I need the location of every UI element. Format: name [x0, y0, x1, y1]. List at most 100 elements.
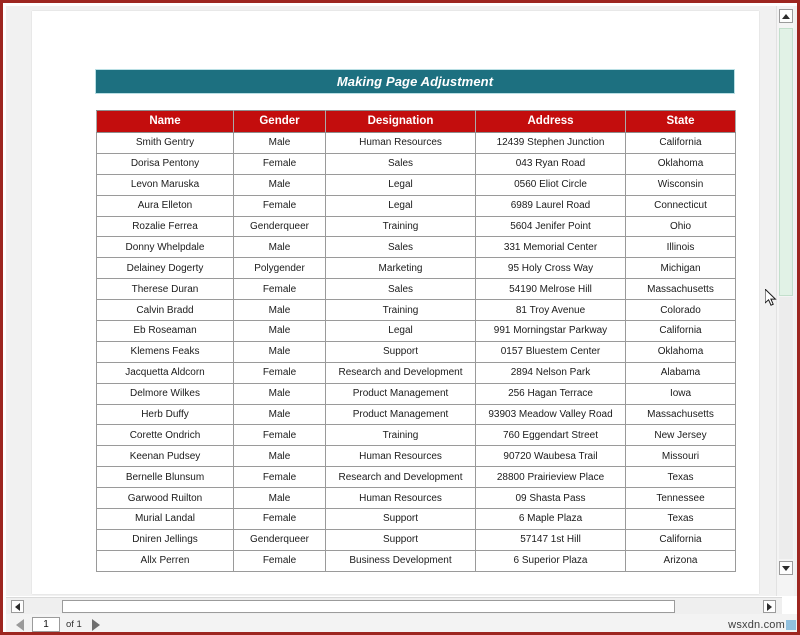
table-row: Bernelle Blunsum Female Research and Devel… — [96, 466, 736, 489]
watermark-text: wsxdn.com — [728, 619, 785, 631]
column-header-address: Address — [475, 110, 626, 133]
cell-gender: Female — [233, 278, 326, 301]
table-row: Murial Landal Female Support 6 Maple Plaza T… — [96, 508, 736, 530]
cell-designation: Product Management — [325, 382, 476, 405]
cell-designation: Marketing — [325, 257, 476, 280]
table-row: Dniren Jellings Genderqueer Support 57147 1… — [96, 528, 736, 551]
column-header-designation: Designation — [325, 110, 476, 133]
cell-designation: Support — [325, 340, 476, 363]
cell-address: 09 Shasta Pass — [475, 487, 626, 510]
cell-name: Rozalie Ferrea — [96, 215, 234, 238]
cell-state: Massachusetts — [625, 278, 736, 301]
previous-page-button[interactable] — [12, 617, 28, 633]
cell-address: 57147 1st Hill — [475, 528, 626, 551]
watermark-badge-icon — [786, 620, 796, 630]
cell-address: 760 Eggendart Street — [475, 424, 626, 447]
cell-address: 256 Hagan Terrace — [475, 382, 626, 405]
horizontal-scrollbar-thumb[interactable] — [62, 600, 675, 613]
cell-name: Donny Whelpdale — [96, 236, 234, 259]
cell-name: Dniren Jellings — [96, 528, 234, 551]
cell-name: Therese Duran — [96, 278, 234, 301]
cell-address: 2894 Nelson Park — [475, 361, 626, 384]
column-header-gender: Gender — [233, 110, 326, 133]
table-row: Levon Maruska Male Legal 0560 Eliot Circle W… — [96, 173, 736, 196]
cell-designation: Human Resources — [325, 445, 476, 468]
cell-state: California — [625, 528, 736, 551]
table-row: Calvin Bradd Male Training 81 Troy Avenue Co… — [96, 299, 736, 322]
cell-name: Herb Duffy — [96, 403, 234, 426]
cell-name: Levon Maruska — [96, 173, 234, 196]
cell-state: Oklahoma — [625, 152, 736, 175]
table-row: Donny Whelpdale Male Sales 331 Memorial Cen… — [96, 236, 736, 259]
cell-name: Delainey Dogerty — [96, 257, 234, 280]
cell-name: Eb Roseaman — [96, 320, 234, 342]
cell-address: 0560 Eliot Circle — [475, 173, 626, 196]
cell-address: 81 Troy Avenue — [475, 299, 626, 322]
cell-state: New Jersey — [625, 424, 736, 447]
page-total-label: of 1 — [66, 619, 82, 630]
cell-gender: Male — [233, 173, 326, 196]
table-header-row: Name Gender Designation Address State — [96, 110, 736, 133]
table-row: Rozalie Ferrea Genderqueer Training 5604 Je… — [96, 215, 736, 238]
cell-name: Dorisa Pentony — [96, 152, 234, 175]
paper-sheet: Making Page Adjustment Name Gender Desig… — [32, 11, 759, 594]
cell-address: 6 Maple Plaza — [475, 508, 626, 530]
cell-name: Aura Elleton — [96, 194, 234, 217]
cell-name: Delmore Wilkes — [96, 382, 234, 405]
cell-gender: Male — [233, 320, 326, 342]
cell-address: 331 Memorial Center — [475, 236, 626, 259]
cell-gender: Male — [233, 445, 326, 468]
cell-gender: Female — [233, 194, 326, 217]
cell-name: Klemens Feaks — [96, 340, 234, 363]
scroll-left-arrow-icon — [15, 602, 20, 611]
cell-designation: Support — [325, 528, 476, 551]
cell-gender: Male — [233, 299, 326, 322]
cell-gender: Female — [233, 424, 326, 447]
vertical-scrollbar-thumb[interactable] — [779, 28, 793, 296]
cell-address: 95 Holy Cross Way — [475, 257, 626, 280]
cell-address: 0157 Bluestem Center — [475, 340, 626, 363]
cell-state: Connecticut — [625, 194, 736, 217]
cell-state: Colorado — [625, 299, 736, 322]
table-row: Delmore Wilkes Male Product Management 256 … — [96, 382, 736, 405]
cell-state: Michigan — [625, 257, 736, 280]
horizontal-scrollbar[interactable] — [6, 597, 782, 614]
document-title: Making Page Adjustment — [336, 74, 494, 89]
cell-designation: Human Resources — [325, 132, 476, 154]
cell-gender: Genderqueer — [233, 528, 326, 551]
scroll-up-button[interactable] — [779, 9, 793, 23]
cell-address: 93903 Meadow Valley Road — [475, 403, 626, 426]
cell-gender: Female — [233, 361, 326, 384]
data-table-container: Name Gender Designation Address State Sm… — [96, 110, 736, 572]
page-navigation-bar: 1 of 1 — [6, 614, 797, 633]
cell-name: Jacquetta Aldcorn — [96, 361, 234, 384]
cell-state: Illinois — [625, 236, 736, 259]
cell-name: Smith Gentry — [96, 132, 234, 154]
cell-address: 28800 Prairieview Place — [475, 466, 626, 489]
next-page-button[interactable] — [88, 617, 104, 633]
cell-name: Allx Perren — [96, 549, 234, 572]
cell-address: 991 Morningstar Parkway — [475, 320, 626, 342]
cell-gender: Male — [233, 382, 326, 405]
cell-gender: Female — [233, 466, 326, 489]
table-row: Corette Ondrich Female Training 760 Eggenda… — [96, 424, 736, 447]
page-number-input[interactable]: 1 — [32, 617, 60, 632]
table-row: Dorisa Pentony Female Sales 043 Ryan Road Ok… — [96, 152, 736, 175]
cell-gender: Male — [233, 132, 326, 154]
cell-designation: Support — [325, 508, 476, 530]
table-row: Allx Perren Female Business Development 6 S… — [96, 549, 736, 572]
cell-state: Iowa — [625, 382, 736, 405]
cell-designation: Training — [325, 424, 476, 447]
table-row: Jacquetta Aldcorn Female Research and Deve… — [96, 361, 736, 384]
scroll-left-button[interactable] — [11, 600, 24, 613]
cell-gender: Male — [233, 340, 326, 363]
scroll-down-button[interactable] — [779, 561, 793, 575]
cell-gender: Female — [233, 549, 326, 572]
cell-name: Murial Landal — [96, 508, 234, 530]
cell-address: 6989 Laurel Road — [475, 194, 626, 217]
cell-name: Corette Ondrich — [96, 424, 234, 447]
vertical-scrollbar-track[interactable] — [779, 297, 793, 559]
cell-designation: Product Management — [325, 403, 476, 426]
scroll-right-button[interactable] — [763, 600, 776, 613]
vertical-scrollbar[interactable] — [776, 6, 794, 596]
